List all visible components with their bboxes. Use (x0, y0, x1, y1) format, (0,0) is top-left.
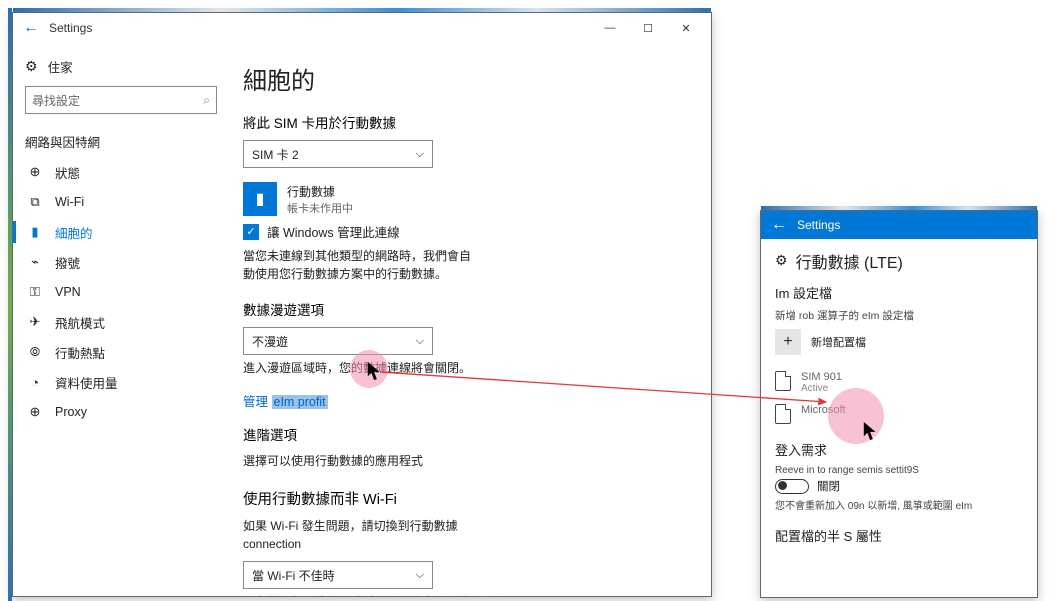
nav-dialup[interactable]: ⌁撥號 (25, 247, 217, 277)
plus-icon: + (775, 329, 801, 355)
window-accent-strip (13, 8, 711, 12)
main-panel: 行動數據 (LTE) Im 設定檔 新增 rob 運算子的 eIm 設定檔 + … (761, 239, 1037, 545)
profile-name: SIM 901 (801, 371, 842, 383)
nav-cellular[interactable]: ▮細胞的 (25, 217, 217, 247)
profile-item-microsoft[interactable]: Microsoft (775, 402, 1023, 426)
checkbox-checked-icon[interactable]: ✓ (243, 224, 259, 240)
sim-dropdown[interactable]: SIM 卡 2 (243, 140, 433, 168)
cellular-icon: ▮ (27, 224, 43, 240)
wifi-icon: ⧉ (27, 194, 43, 210)
page-title-row: 行動數據 (LTE) (775, 249, 1023, 273)
search-placeholder: 尋找設定 (32, 92, 80, 109)
profile-item-sim901[interactable]: SIM 901 Active (775, 369, 1023, 396)
window-title: Settings (797, 218, 840, 232)
cellular-tile-title: 行動數據 (287, 183, 353, 200)
titlebar: ← Settings (761, 211, 1037, 239)
home-label: 住家 (48, 57, 73, 76)
roaming-dropdown[interactable]: 不漫遊 (243, 327, 433, 355)
window-title: Settings (49, 21, 92, 35)
profiles-heading: Im 設定檔 (775, 283, 1023, 302)
profile-props-heading: 配置檔的半 S 屬性 (775, 526, 1023, 545)
page-title: 行動數據 (LTE) (796, 249, 903, 273)
nav-datausage[interactable]: ◔資料使用量 (25, 367, 217, 397)
auto-description: 當您未連線到其他類型的網路時，我們會自動使用您行動數據方案中的行動數據。 (243, 247, 473, 283)
gear-icon (25, 58, 38, 75)
advanced-description: 選擇可以使用行動數據的應用程式 (243, 452, 473, 470)
signin-heading: 登入需求 (775, 440, 1023, 459)
advanced-label[interactable]: 進階選項 (243, 424, 691, 444)
manage-profiles-link[interactable]: 管理 eIm profit (243, 391, 328, 410)
profile-status: Active (801, 383, 842, 394)
cellular-tile-sub: 帳卡未作用中 (287, 200, 353, 216)
dialup-icon: ⌁ (27, 254, 43, 270)
proxy-icon: ⊕ (27, 404, 43, 420)
status-icon: ⊕ (27, 164, 43, 180)
settings-window-cellular: ← Settings — ☐ ✕ 住家 尋找設定 網路與因特網 ⊕狀態 ⧉Wi-… (12, 12, 712, 597)
wifi-desc-bottom: 當您的因特網連線不佳時，我們會自動切換到行動數據 Wi-Fi 這會使用您的行動數… (243, 593, 513, 596)
data-usage-icon: ◔ (27, 375, 43, 390)
sim-card-icon (775, 371, 791, 391)
sidebar: 住家 尋找設定 網路與因特網 ⊕狀態 ⧉Wi-Fi ▮細胞的 ⌁撥號 ⚿VPN … (13, 43, 229, 596)
nav-wifi[interactable]: ⧉Wi-Fi (25, 187, 217, 217)
profiles-sub: 新增 rob 運算子的 eIm 設定檔 (775, 308, 1023, 323)
window-accent-strip (761, 206, 1037, 210)
home-row[interactable]: 住家 (25, 51, 217, 86)
wifi-desc-top: 如果 Wi-Fi 發生問題，請切換到行動數據 connection (243, 517, 503, 553)
checkbox-label: 讓 Windows 管理此連線 (267, 222, 400, 241)
sim-section-label: 將此 SIM 卡用於行動數據 (243, 112, 691, 132)
add-profile-label: 新增配置檔 (811, 334, 866, 350)
nav-airplane[interactable]: ✈飛航模式 (25, 307, 217, 337)
nav-proxy[interactable]: ⊕Proxy (25, 397, 217, 427)
roaming-label: 數據漫遊選項 (243, 299, 691, 319)
nav-header: 網路與因特網 (25, 132, 217, 151)
hotspot-icon: ⦾ (27, 344, 43, 360)
back-button[interactable]: ← (19, 16, 43, 40)
nav-status[interactable]: ⊕狀態 (25, 157, 217, 187)
back-button[interactable]: ← (767, 213, 791, 237)
gear-icon (775, 252, 788, 270)
search-input[interactable]: 尋找設定 (25, 86, 217, 114)
signin-toggle-block: Reeve in to range semis settit9S 關閉 (775, 465, 1023, 494)
add-profile-button[interactable]: + 新增配置檔 (775, 329, 1023, 355)
highlight-dot-right (828, 388, 884, 444)
wifi-section-label: 使用行動數據而非 Wi-Fi (243, 488, 691, 509)
selected-text: eIm profit (272, 395, 328, 409)
highlight-dot-left (350, 350, 388, 388)
close-button[interactable]: ✕ (667, 14, 705, 42)
vpn-icon: ⚿ (27, 284, 43, 300)
main-panel: 細胞的 將此 SIM 卡用於行動數據 SIM 卡 2 ▮ 行動數據 帳卡未作用中… (229, 43, 711, 596)
sim-card-icon (775, 404, 791, 424)
manage-connection-checkbox-row[interactable]: ✓ 讓 Windows 管理此連線 (243, 222, 691, 241)
nav-vpn[interactable]: ⚿VPN (25, 277, 217, 307)
toggle-state: 關閉 (817, 478, 840, 494)
window-accent-strip-left (8, 8, 12, 601)
airplane-icon: ✈ (27, 314, 43, 330)
minimize-button[interactable]: — (591, 14, 629, 42)
nav-hotspot[interactable]: ⦾行動熱點 (25, 337, 217, 367)
page-title: 細胞的 (243, 61, 691, 96)
signin-toggle[interactable] (775, 479, 809, 494)
toggle-caption: Reeve in to range semis settit9S (775, 465, 1023, 476)
cellular-status-tile[interactable]: ▮ 行動數據 帳卡未作用中 (243, 182, 691, 216)
search-icon (203, 93, 210, 108)
wifi-fallback-dropdown[interactable]: 當 Wi-Fi 不佳時 (243, 561, 433, 589)
settings-window-lte: ← Settings 行動數據 (LTE) Im 設定檔 新增 rob 運算子的… (760, 210, 1038, 598)
maximize-button[interactable]: ☐ (629, 14, 667, 42)
signin-note: 您不會重新加入 09n 以新增, 風箏或範圍 eIm (775, 500, 995, 514)
signal-icon: ▮ (243, 182, 277, 216)
titlebar: ← Settings — ☐ ✕ (13, 13, 711, 43)
